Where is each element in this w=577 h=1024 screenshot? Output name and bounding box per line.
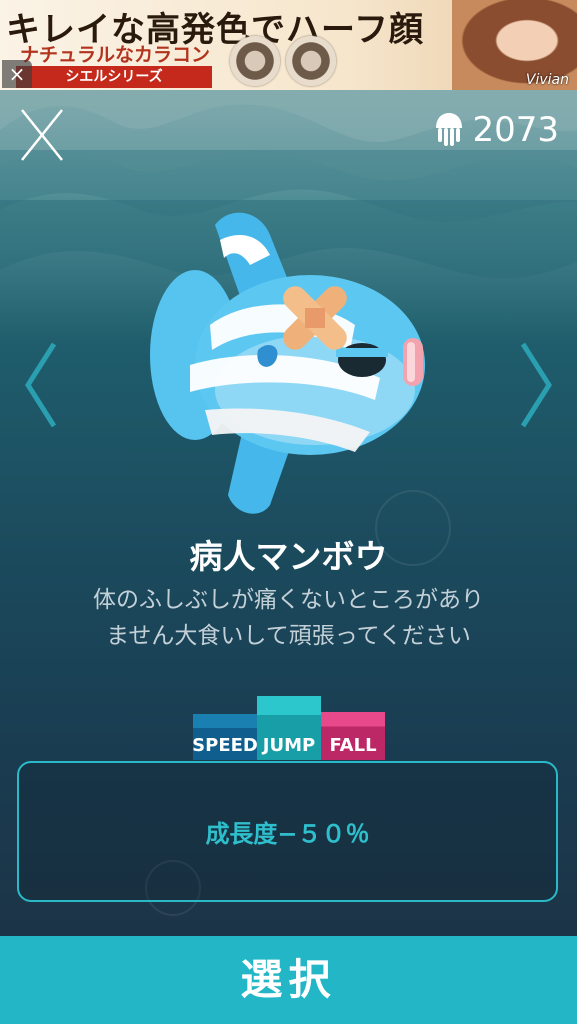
stat-speed: SPEED <box>192 714 258 760</box>
growth-text: 成長度−５０％ <box>205 820 370 848</box>
coin-count: 2073 <box>472 110 559 150</box>
chevron-left-icon[interactable] <box>22 340 58 430</box>
stat-jump: JUMP <box>257 696 321 760</box>
ad-brand: Vivian <box>525 72 569 88</box>
contact-lens-image <box>286 36 336 86</box>
ability-panel: 成長度−５０％ <box>17 761 558 902</box>
close-x-icon[interactable] <box>18 108 68 163</box>
stat-fall: FALL <box>321 712 385 760</box>
stat-jump-label: JUMP <box>262 735 316 756</box>
ad-close-icon[interactable]: × <box>2 60 32 88</box>
description-line: 体のふしぶしが痛くないところがあり <box>93 587 484 613</box>
sunfish-character <box>150 212 425 514</box>
jellyfish-icon <box>436 113 463 146</box>
chevron-right-icon[interactable] <box>519 340 555 430</box>
ad-banner[interactable]: キレイな高発色でハーフ顔 ナチュラルなカラコン シエルシリーズ Vivian × <box>0 0 577 90</box>
stat-speed-label: SPEED <box>192 735 258 756</box>
stat-bars: SPEED JUMP FALL <box>192 696 385 760</box>
character-description: 体のふしぶしが痛くないところがあり ません大食いして頑張ってください <box>0 582 577 654</box>
contact-lens-image <box>230 36 280 86</box>
ad-subline: ナチュラルなカラコン <box>20 44 211 66</box>
character-select-screen: 2073 病人マンボウ 体のふしぶしが痛くないところがあり ません大食いして頑張… <box>0 90 577 936</box>
description-line: ません大食いして頑張ってください <box>106 623 471 649</box>
character-name: 病人マンボウ <box>189 537 388 576</box>
select-button[interactable]: 選択 <box>0 936 577 1024</box>
coin-counter: 2073 <box>434 110 559 150</box>
ad-series-label: シエルシリーズ <box>16 66 212 88</box>
stat-fall-label: FALL <box>329 735 377 756</box>
